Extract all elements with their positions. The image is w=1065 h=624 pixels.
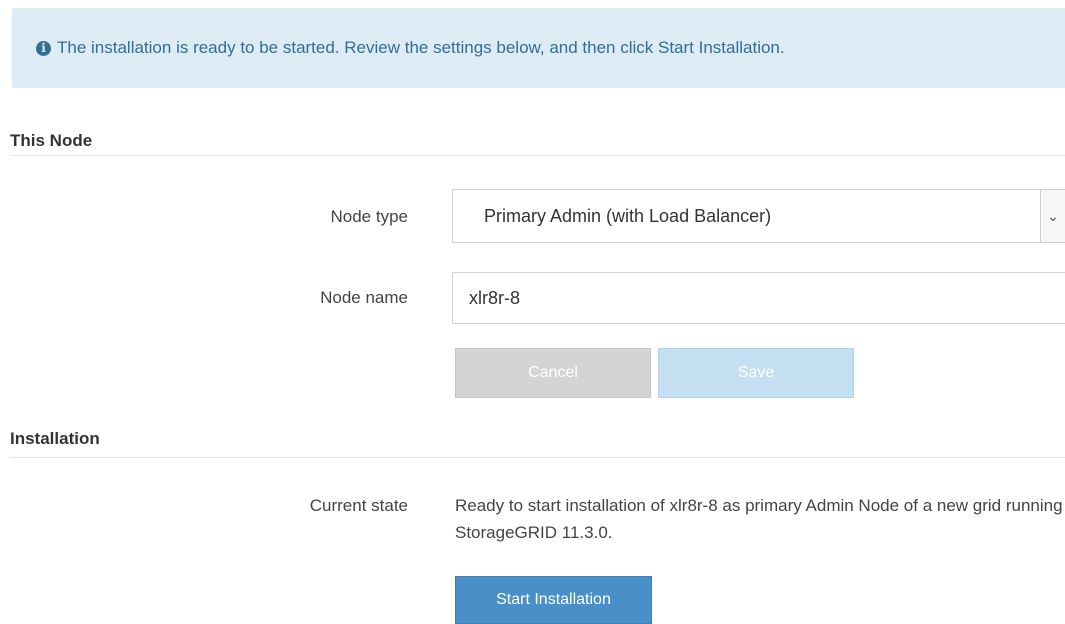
node-name-input[interactable]: xlr8r-8: [452, 272, 1065, 324]
section-divider: [10, 457, 1065, 458]
installer-page: i The installation is ready to be starte…: [0, 0, 1065, 624]
info-icon: i: [36, 40, 51, 56]
alert-message: The installation is ready to be started.…: [57, 38, 785, 57]
save-button-label: Save: [737, 364, 775, 381]
node-type-label: Node type: [330, 207, 409, 226]
section-divider: [10, 155, 1065, 156]
node-name-value: xlr8r-8: [469, 287, 521, 308]
section-title-this-node: This Node: [10, 131, 93, 150]
node-type-value: Primary Admin (with Load Balancer): [484, 205, 772, 226]
cancel-button[interactable]: Cancel: [455, 348, 651, 398]
current-state-label: Current state: [309, 496, 408, 515]
node-type-select[interactable]: Primary Admin (with Load Balancer) ⌄: [452, 189, 1065, 243]
node-name-label: Node name: [320, 288, 408, 307]
cancel-button-label: Cancel: [528, 364, 578, 381]
chevron-down-icon[interactable]: ⌄: [1040, 190, 1065, 242]
section-title-installation: Installation: [10, 429, 100, 448]
save-button[interactable]: Save: [658, 348, 854, 398]
start-installation-button[interactable]: Start Installation: [455, 576, 652, 624]
current-state-text: Ready to start installation of xlr8r-8 a…: [455, 496, 1063, 542]
start-installation-label: Start Installation: [496, 591, 611, 608]
info-alert: i The installation is ready to be starte…: [12, 8, 1065, 88]
